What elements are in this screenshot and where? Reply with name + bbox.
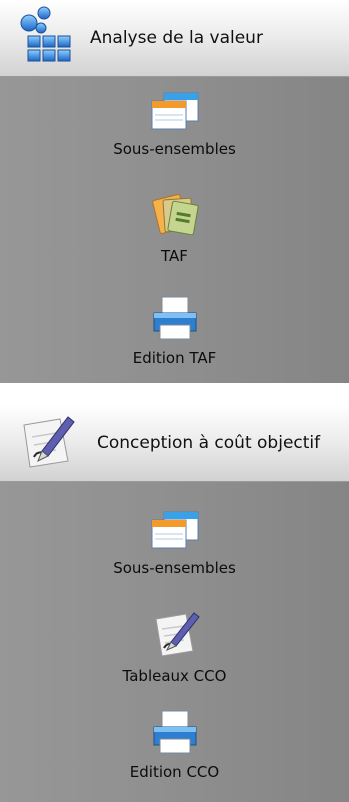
modules-icon: [20, 6, 71, 62]
item-sous-ensembles[interactable]: Sous-ensembles: [60, 90, 289, 158]
item-edition-taf[interactable]: Edition TAF: [60, 295, 289, 367]
item-label: Edition TAF: [132, 349, 217, 367]
item-edition-cco[interactable]: Edition CCO: [60, 709, 289, 781]
printer-icon: [153, 296, 196, 340]
item-label: Tableaux CCO: [122, 667, 227, 685]
item-sous-ensembles[interactable]: Sous-ensembles: [60, 509, 289, 577]
panel-title: Analyse de la valeur: [90, 28, 263, 48]
item-taf[interactable]: TAF: [60, 189, 289, 265]
panel-header[interactable]: Conception à coût objectif: [0, 405, 349, 482]
pen-paper-icon: [23, 416, 75, 468]
documents-icon: [151, 194, 199, 236]
item-label: Sous-ensembles: [113, 140, 236, 158]
item-label: Sous-ensembles: [113, 559, 236, 577]
item-label: TAF: [161, 247, 188, 265]
item-label: Edition CCO: [129, 763, 220, 781]
panel-header[interactable]: Analyse de la valeur: [0, 0, 349, 77]
windows-icon: [151, 511, 198, 549]
printer-icon: [153, 710, 196, 754]
pen-paper-icon: [154, 612, 200, 657]
panel-body: Sous-ensembles Tableaux CCO Edition CCO: [0, 482, 349, 802]
item-tableaux-cco[interactable]: Tableaux CCO: [60, 609, 289, 685]
panel-body: Sous-ensembles TAF Edition TAF: [0, 77, 349, 383]
panel-title: Conception à coût objectif: [97, 433, 321, 453]
windows-icon: [151, 92, 198, 130]
panel-conception-cout-objectif: Conception à coût objectif Sous-ensemble…: [0, 405, 349, 802]
panel-analyse-valeur: Analyse de la valeur Sous-ensembles TAF: [0, 0, 349, 383]
